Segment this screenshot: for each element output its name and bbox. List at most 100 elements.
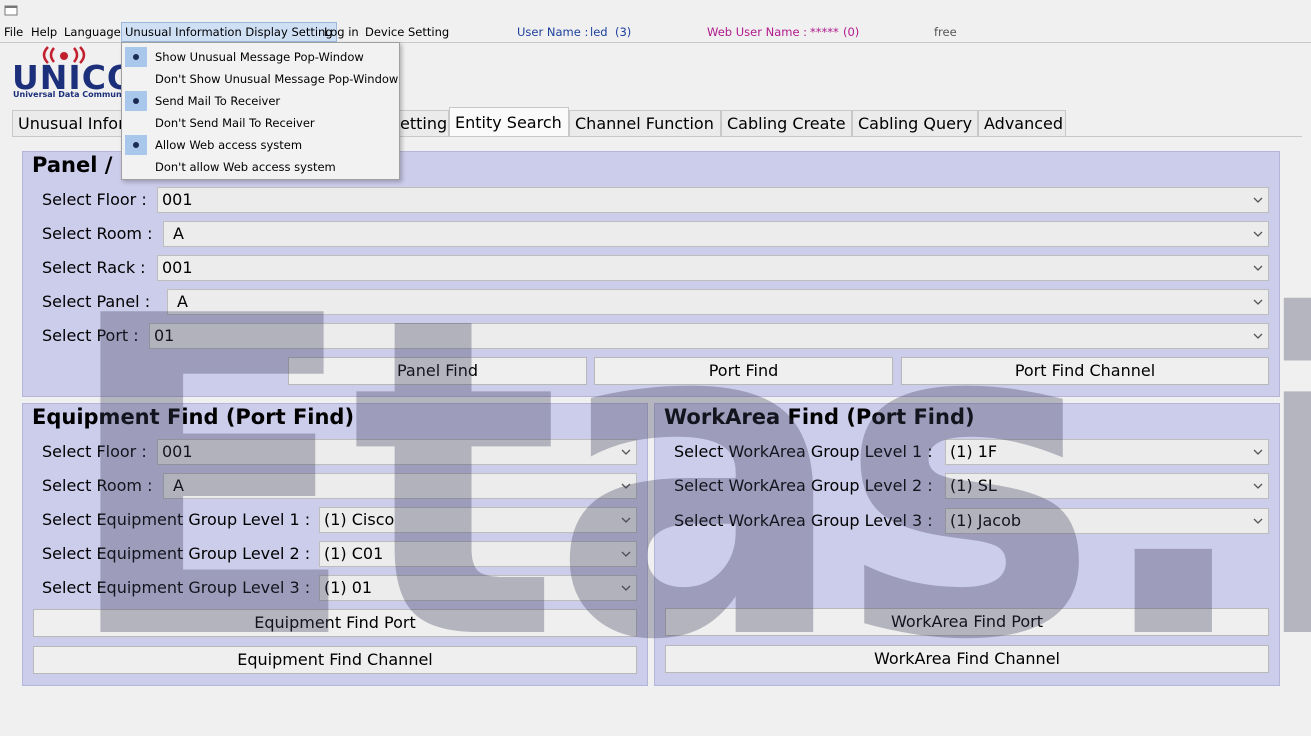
chevron-down-icon — [1253, 231, 1263, 237]
chevron-down-icon — [1253, 333, 1263, 339]
tab-unusual-information[interactable]: Unusual Infor — [12, 110, 125, 136]
menu-language[interactable]: Language — [61, 22, 124, 42]
unicom-logo: UNICOM Universal Data Communica — [10, 44, 130, 102]
select-room-value: A — [173, 224, 184, 243]
chevron-down-icon — [1253, 483, 1263, 489]
menu-option-send-mail[interactable]: Send Mail To Receiver — [122, 90, 399, 112]
equip-group3-combo[interactable]: (1) 01 — [319, 575, 637, 601]
menu-help[interactable]: Help — [28, 22, 60, 42]
radio-dot-icon — [125, 91, 147, 111]
menu-option-dont-show-popup[interactable]: Don't Show Unusual Message Pop-Window — [122, 68, 399, 90]
menu-log-in[interactable]: Log in — [321, 22, 362, 42]
select-rack-value: 001 — [162, 258, 193, 277]
menu-option-label: Show Unusual Message Pop-Window — [155, 50, 364, 64]
equip-room-label: Select Room : — [42, 476, 153, 495]
tab-cabling-query[interactable]: Cabling Query — [852, 110, 978, 136]
tab-setting[interactable]: etting — [395, 110, 449, 136]
workarea-group1-label: Select WorkArea Group Level 1 : — [674, 442, 933, 461]
select-panel-combo[interactable]: A — [167, 289, 1269, 315]
select-port-label: Select Port : — [42, 326, 139, 345]
workarea-group1-combo[interactable]: (1) 1F — [945, 439, 1269, 465]
workarea-group2-combo[interactable]: (1) SL — [945, 473, 1269, 499]
chevron-down-icon — [621, 585, 631, 591]
select-room-combo[interactable]: A — [163, 221, 1269, 247]
chevron-down-icon — [1253, 197, 1263, 203]
panel-find-title: Panel / I — [32, 153, 128, 177]
workarea-group3-combo[interactable]: (1) Jacob — [945, 508, 1269, 534]
workarea-group3-label: Select WorkArea Group Level 3 : — [674, 511, 933, 530]
select-room-label: Select Room : — [42, 224, 153, 243]
chevron-down-icon — [621, 551, 631, 557]
tab-advanced[interactable]: Advanced — [978, 110, 1066, 136]
menubar: File Help Language Unusual Information D… — [0, 22, 1311, 42]
chevron-down-icon — [1253, 518, 1263, 524]
menu-file[interactable]: File — [1, 22, 26, 42]
menu-device-setting[interactable]: Device Setting — [362, 22, 452, 42]
workarea-group1-value: (1) 1F — [950, 442, 998, 461]
workarea-group2-value: (1) SL — [950, 476, 997, 495]
radio-dot-icon — [125, 47, 147, 67]
equip-group3-value: (1) 01 — [324, 578, 373, 597]
select-floor-value: 001 — [162, 190, 193, 209]
equipment-find-title: Equipment Find (Port Find) — [32, 405, 355, 429]
radio-dot-icon — [125, 135, 147, 155]
port-find-button[interactable]: Port Find — [594, 357, 893, 385]
port-find-channel-button[interactable]: Port Find Channel — [901, 357, 1269, 385]
panel-find-button[interactable]: Panel Find — [288, 357, 587, 385]
equip-room-combo[interactable]: A — [163, 473, 637, 499]
select-port-combo[interactable]: 01 — [149, 323, 1269, 349]
menu-option-allow-web-access[interactable]: Allow Web access system — [122, 134, 399, 156]
select-panel-label: Select Panel : — [42, 292, 151, 311]
equip-floor-value: 001 — [162, 442, 193, 461]
tab-channel-function[interactable]: Channel Function — [569, 110, 721, 136]
workarea-find-port-button[interactable]: WorkArea Find Port — [665, 608, 1269, 636]
select-rack-label: Select Rack : — [42, 258, 146, 277]
equip-group3-label: Select Equipment Group Level 3 : — [42, 578, 311, 597]
select-panel-value: A — [177, 292, 188, 311]
tab-entity-search[interactable]: Entity Search — [449, 107, 569, 137]
window-titlebar — [0, 0, 1311, 22]
select-rack-combo[interactable]: 001 — [157, 255, 1269, 281]
equip-group2-combo[interactable]: (1) C01 — [319, 541, 637, 567]
menu-option-label: Don't Show Unusual Message Pop-Window — [155, 72, 399, 86]
workarea-find-channel-button[interactable]: WorkArea Find Channel — [665, 645, 1269, 673]
chevron-down-icon — [1253, 449, 1263, 455]
equip-floor-label: Select Floor : — [42, 442, 147, 461]
menu-option-label: Don't allow Web access system — [155, 160, 336, 174]
tab-cabling-create[interactable]: Cabling Create — [721, 110, 852, 136]
workarea-find-title: WorkArea Find (Port Find) — [664, 405, 975, 429]
select-floor-label: Select Floor : — [42, 190, 147, 209]
user-name-label: User Name : — [517, 25, 589, 39]
equipment-find-port-button[interactable]: Equipment Find Port — [33, 609, 637, 637]
chevron-down-icon — [621, 449, 631, 455]
web-user-name-label: Web User Name : — [707, 25, 808, 39]
chevron-down-icon — [621, 517, 631, 523]
select-floor-combo[interactable]: 001 — [157, 187, 1269, 213]
free-status: free — [934, 25, 957, 39]
web-user-name-value: ***** — [810, 25, 839, 39]
menu-unusual-info-display-setting[interactable]: Unusual Information Display Setting — [121, 22, 337, 42]
workarea-group3-value: (1) Jacob — [950, 511, 1022, 530]
chevron-down-icon — [1253, 265, 1263, 271]
equip-room-value: A — [173, 476, 184, 495]
chevron-down-icon — [1253, 299, 1263, 305]
menu-option-dont-allow-web-access[interactable]: Don't allow Web access system — [122, 156, 399, 178]
web-user-count: (0) — [843, 25, 860, 39]
unusual-info-dropdown-menu: Show Unusual Message Pop-Window Don't Sh… — [121, 42, 400, 180]
menu-option-show-popup[interactable]: Show Unusual Message Pop-Window — [122, 46, 399, 68]
equip-group1-combo[interactable]: (1) Cisco — [319, 507, 637, 533]
equip-group1-value: (1) Cisco — [324, 510, 395, 529]
equip-floor-combo[interactable]: 001 — [157, 439, 637, 465]
java-window-icon — [4, 5, 18, 16]
user-count: (3) — [615, 25, 632, 39]
equip-group2-value: (1) C01 — [324, 544, 384, 563]
chevron-down-icon — [621, 483, 631, 489]
equipment-find-channel-button[interactable]: Equipment Find Channel — [33, 646, 637, 674]
user-name-value: led — [590, 25, 608, 39]
menu-option-dont-send-mail[interactable]: Don't Send Mail To Receiver — [122, 112, 399, 134]
select-port-value: 01 — [154, 326, 175, 345]
menu-option-label: Send Mail To Receiver — [155, 94, 281, 108]
workarea-group2-label: Select WorkArea Group Level 2 : — [674, 476, 933, 495]
menu-option-label: Don't Send Mail To Receiver — [155, 116, 315, 130]
logo-subtitle: Universal Data Communica — [13, 90, 130, 99]
